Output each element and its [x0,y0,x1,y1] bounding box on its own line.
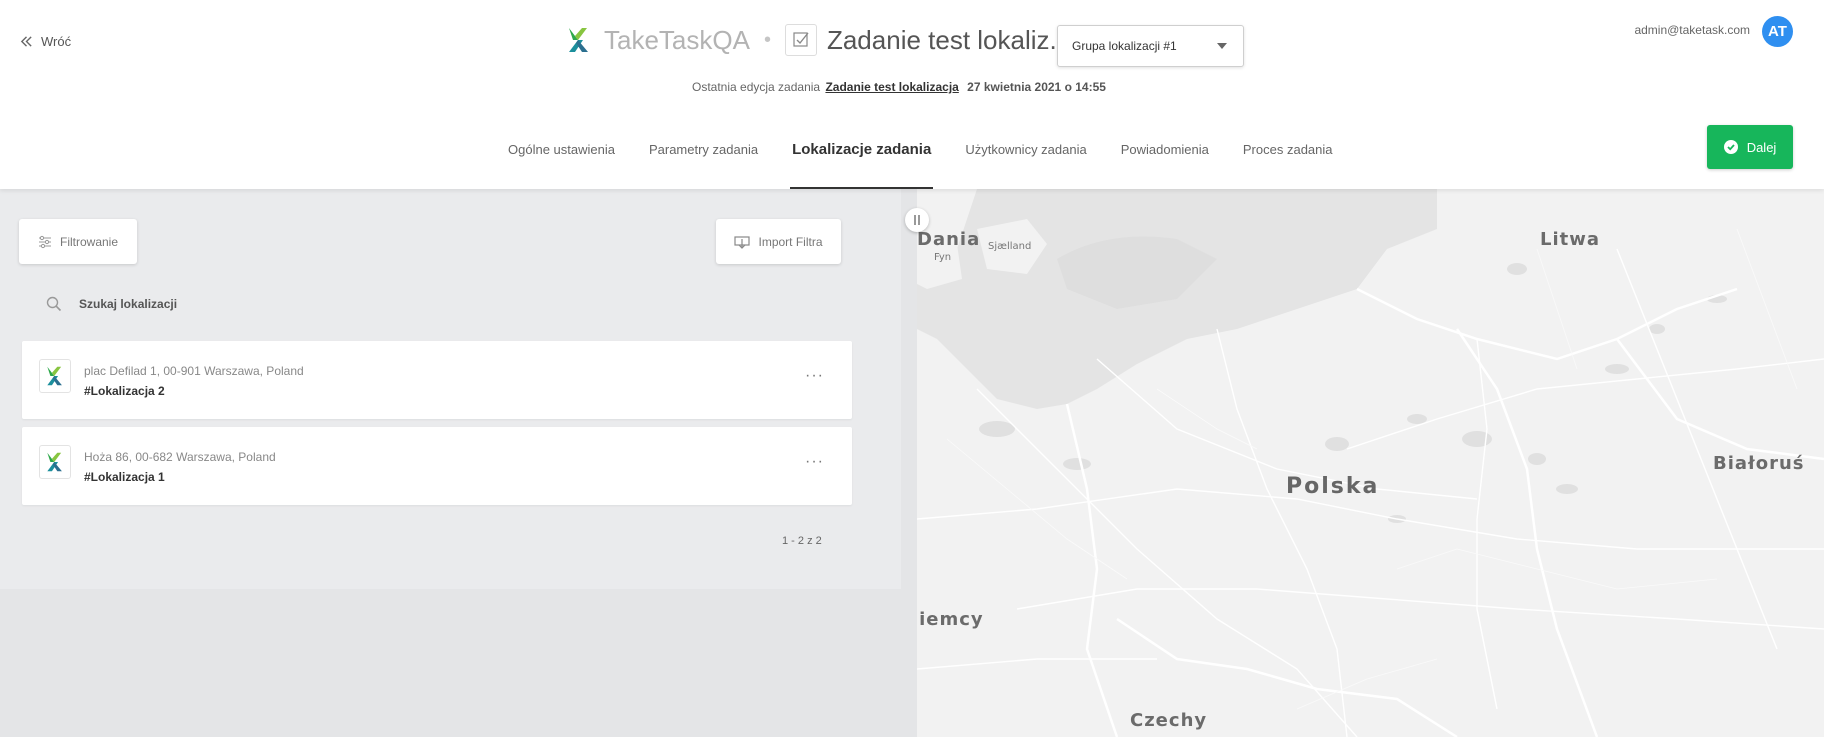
tab-notifications[interactable]: Powiadomienia [1121,132,1209,189]
brand-name: TakeTaskQA [604,24,750,55]
map-label-niemcy: Niemcy [917,609,984,630]
location-group-select[interactable]: Grupa lokalizacji #1 [1057,25,1244,67]
check-circle-icon [1723,140,1738,154]
panel-resize-handle[interactable] [905,208,929,232]
last-edit-prefix: Ostatnia edycja zadania [692,80,821,94]
grip-bar [914,215,916,225]
avatar[interactable]: AT [1762,16,1793,47]
filter-label: Filtrowanie [59,234,119,249]
tab-task-locations[interactable]: Lokalizacje zadania [790,132,934,189]
map-label-bialorus: Białoruś [1713,453,1805,474]
search-input[interactable] [79,297,379,311]
location-address: plac Defilad 1, 00-901 Warszawa, Poland [84,364,304,378]
list-item[interactable]: plac Defilad 1, 00-901 Warszawa, Poland … [22,341,852,419]
caret-down-icon [1217,43,1227,49]
last-edit-info: Ostatnia edycja zadania Zadanie test lok… [692,80,1106,94]
taketask-logo [569,28,588,52]
map-label-litwa: Litwa [1540,229,1601,250]
user-email: admin@taketask.com [1634,22,1750,37]
checkbox-icon [784,24,817,56]
import-icon [734,235,751,249]
map-label-polska: Polska [1286,474,1380,499]
last-edit-task-link[interactable]: Zadanie test lokalizacja [825,80,958,94]
filter-button[interactable]: Filtrowanie [19,219,137,264]
map-label-sjaelland: Sjælland [988,241,1032,252]
back-label: Wróć [41,34,72,49]
back-button[interactable]: Wróć [20,34,71,49]
grip-bar [918,215,920,225]
import-label: Import Filtra [758,234,823,249]
location-logo [39,359,71,393]
location-name: #Lokalizacja 1 [84,470,165,484]
last-edit-date: 27 kwietnia 2021 o 14:55 [967,80,1106,94]
location-logo [39,445,71,479]
list-item[interactable]: Hoża 86, 00-682 Warszawa, Poland #Lokali… [22,427,852,505]
location-address: Hoża 86, 00-682 Warszawa, Poland [84,450,276,464]
tab-task-users[interactable]: Użytkownicy zadania [965,132,1086,189]
task-tabs: Ogólne ustawienia Parametry zadania Loka… [508,132,1367,189]
double-chevron-left-icon [20,36,32,47]
group-select-value: Grupa lokalizacji #1 [1072,39,1177,53]
import-filter-button[interactable]: Import Filtra [716,219,841,264]
tab-task-parameters[interactable]: Parametry zadania [649,132,758,189]
brand: TakeTaskQA • Zadanie test lokaliz... [566,22,1071,58]
map-label-czechy: Czechy [1130,710,1208,731]
tab-general-settings[interactable]: Ogólne ustawienia [508,132,615,189]
sliders-icon [38,235,51,248]
map[interactable]: Dania Sjælland Fyn Litwa Polska Białoruś… [917,189,1824,737]
page-header: Wróć TakeTaskQA • Zadanie test lokaliz..… [0,0,1824,189]
next-button[interactable]: Dalej [1707,125,1793,169]
map-canvas [917,189,1824,737]
next-label: Dalej [1746,139,1777,155]
location-search [46,296,379,312]
user-menu[interactable]: admin@taketask.com AT [1634,16,1793,47]
ellipsis-icon[interactable]: ··· [805,367,824,385]
pagination-info: 1 - 2 z 2 [782,535,822,547]
map-label-dania: Dania [917,229,981,250]
location-name: #Lokalizacja 2 [84,384,165,398]
tab-task-process[interactable]: Proces zadania [1243,132,1333,189]
map-label-fyn: Fyn [934,252,952,263]
title-separator: • [763,28,771,51]
ellipsis-icon[interactable]: ··· [805,453,824,471]
task-title: Zadanie test lokaliz... [826,24,1072,55]
search-icon [46,296,62,312]
